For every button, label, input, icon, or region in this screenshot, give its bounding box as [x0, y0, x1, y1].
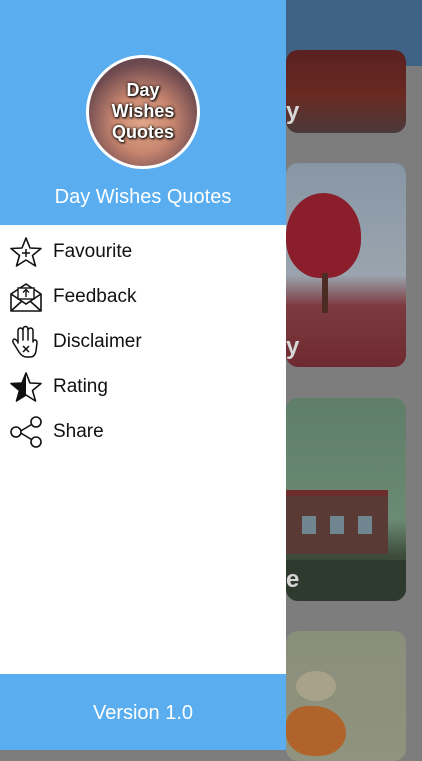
category-card[interactable]: y [286, 163, 406, 367]
star-half-icon [9, 370, 43, 404]
menu-item-favourite[interactable]: Favourite [0, 229, 286, 274]
menu-item-feedback[interactable]: Feedback [0, 274, 286, 319]
navigation-drawer: Day Wishes Quotes Day Wishes Quotes Favo… [0, 0, 286, 750]
drawer-header: Day Wishes Quotes Day Wishes Quotes [0, 0, 286, 225]
envelope-upload-icon [9, 280, 43, 314]
app-title: Day Wishes Quotes [54, 186, 232, 208]
building-image [286, 490, 388, 554]
menu-label: Disclaimer [53, 330, 142, 352]
logo-text: Day Wishes Quotes [111, 80, 175, 142]
drawer-footer: Version 1.0 [0, 674, 286, 750]
card-title: y [286, 98, 300, 125]
category-card[interactable]: e [286, 398, 406, 601]
hand-stop-icon [9, 325, 43, 359]
category-card[interactable]: y [286, 50, 406, 133]
lily-image [286, 706, 346, 756]
menu-item-share[interactable]: Share [0, 409, 286, 454]
card-title: y [286, 333, 300, 360]
road-image [286, 560, 406, 601]
menu-label: Rating [53, 375, 108, 397]
tree-image [286, 193, 361, 278]
drawer-menu: Favourite Feedback Disclaimer Rating Sha… [0, 229, 286, 454]
menu-label: Favourite [53, 240, 133, 262]
card-title: e [286, 566, 300, 593]
menu-item-rating[interactable]: Rating [0, 364, 286, 409]
category-card[interactable] [286, 631, 406, 761]
menu-label: Share [53, 420, 104, 442]
star-outline-icon [9, 235, 43, 269]
tree-trunk [322, 273, 328, 313]
app-logo: Day Wishes Quotes [86, 55, 200, 169]
flower-image [296, 671, 336, 701]
menu-item-disclaimer[interactable]: Disclaimer [0, 319, 286, 364]
share-icon [9, 415, 43, 449]
version-label: Version 1.0 [92, 702, 194, 724]
menu-label: Feedback [53, 285, 137, 307]
